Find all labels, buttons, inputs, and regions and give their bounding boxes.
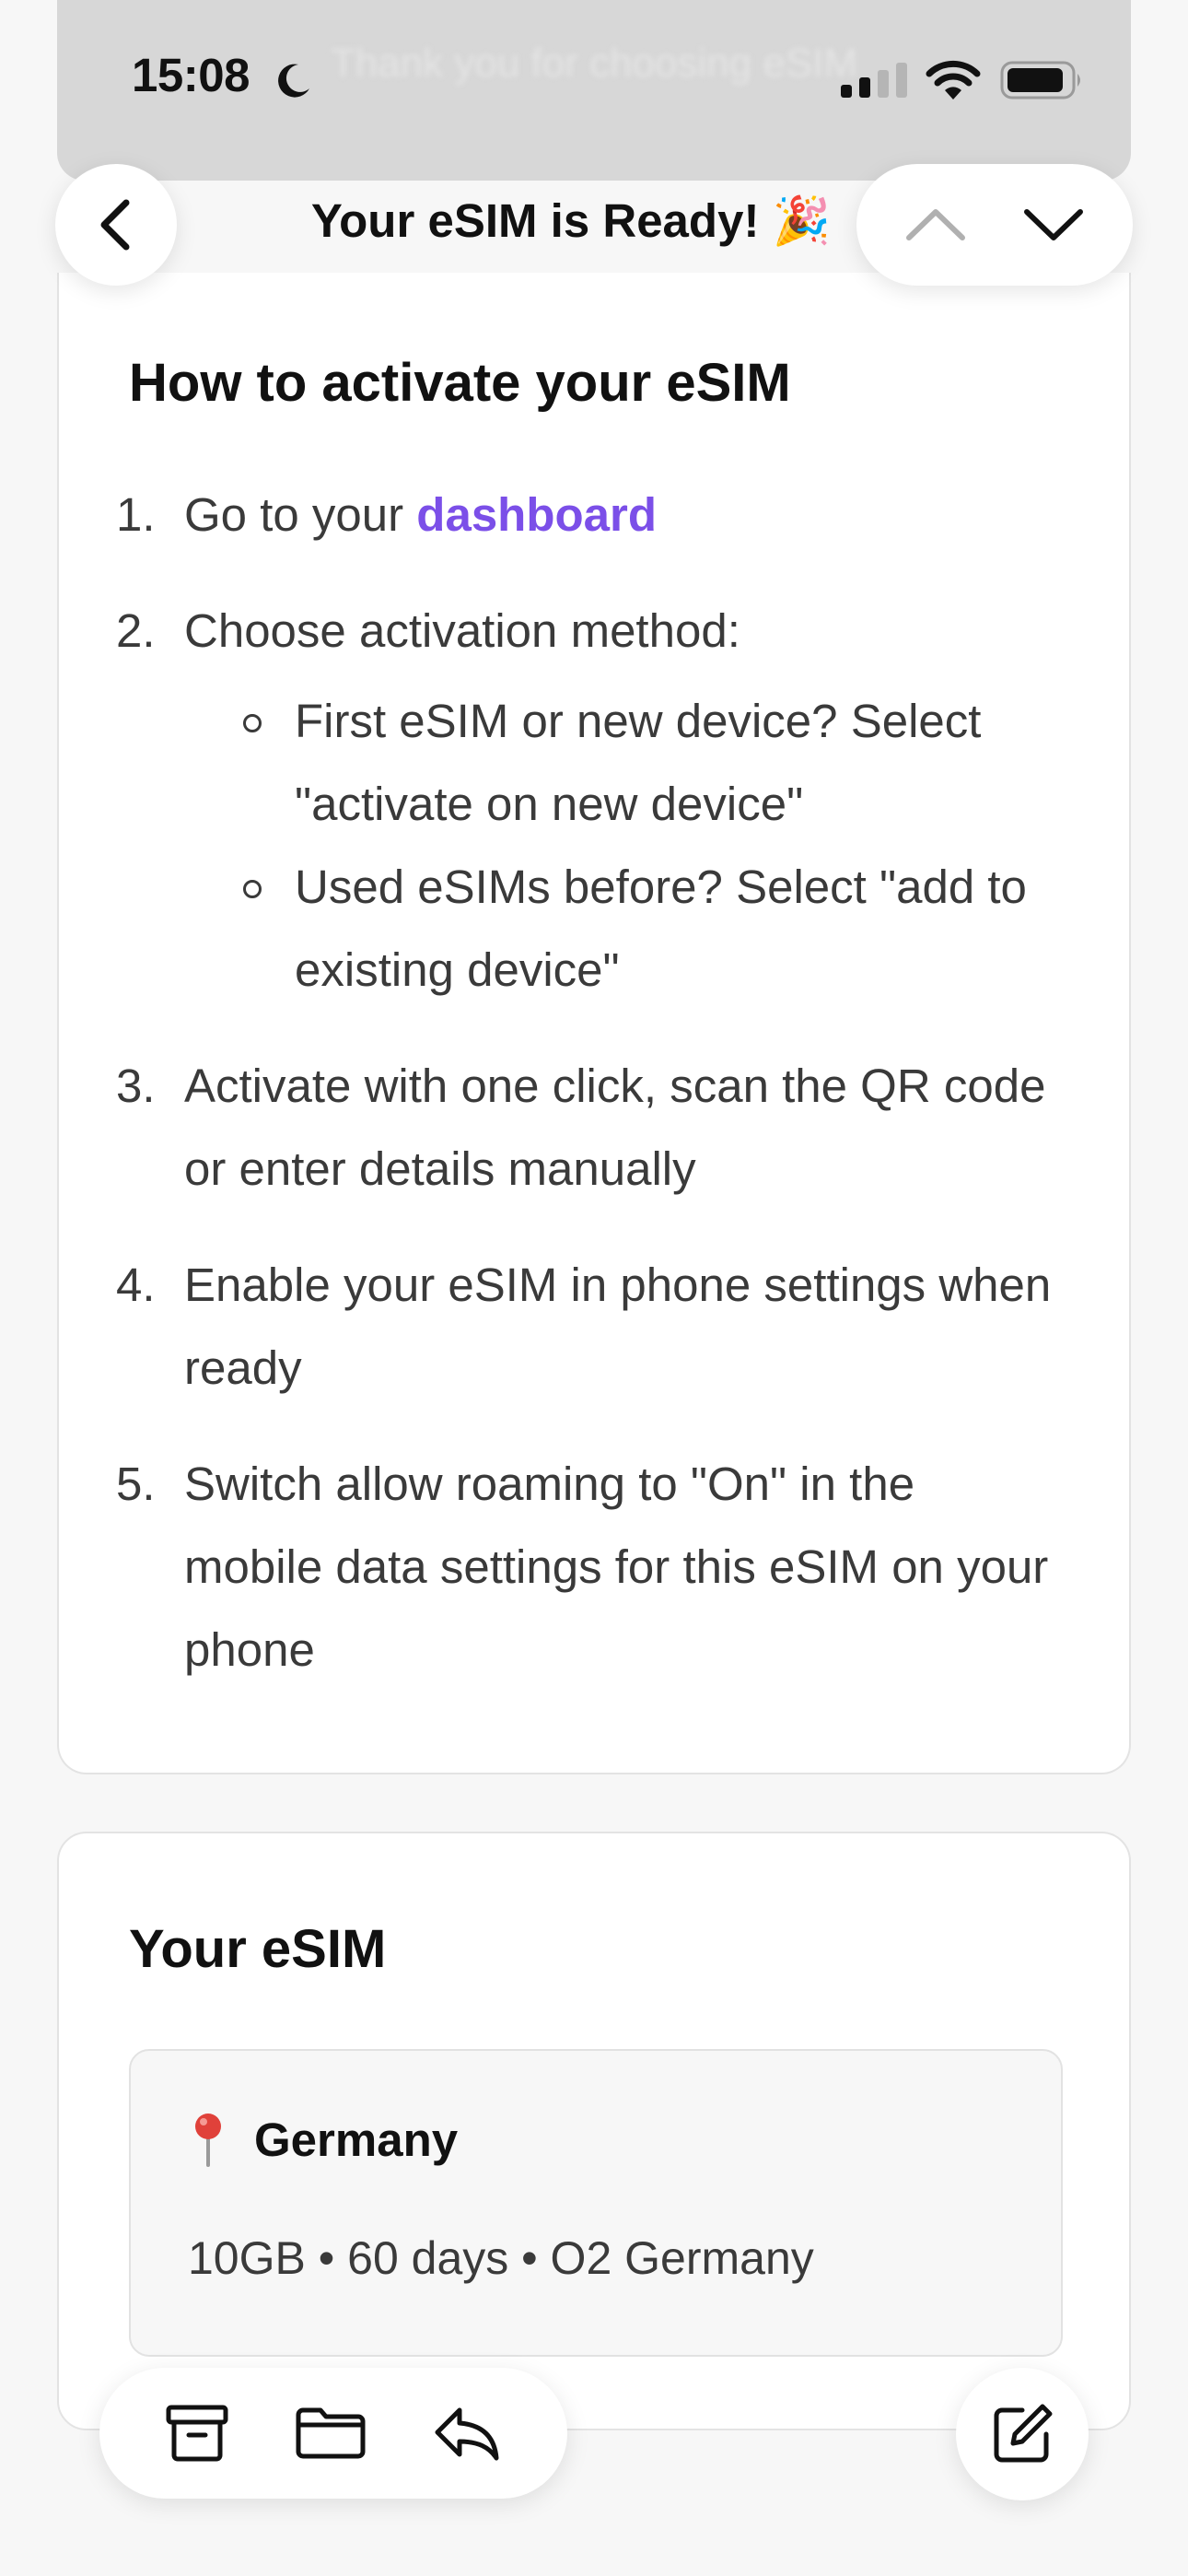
step-number: 3. <box>116 1060 156 1112</box>
moon-icon <box>278 64 309 98</box>
step-text: Activate with one click, scan the QR cod… <box>184 1060 1046 1195</box>
next-message-button[interactable] <box>1021 205 1086 245</box>
list-item-text: First eSIM or new device? Select "activa… <box>295 695 982 830</box>
step-number: 4. <box>116 1259 156 1311</box>
esim-card: Your eSIM Germany 10GB • 60 days • O2 Ge… <box>57 1832 1131 2430</box>
activation-title: How to activate your eSIM <box>129 353 791 413</box>
step-item: 1. Go to your dashboard <box>59 474 1129 556</box>
esim-country-name: Germany <box>254 2113 459 2166</box>
chevron-up-icon <box>906 209 965 240</box>
mail-toolbar <box>99 2368 567 2499</box>
step-number: 5. <box>116 1458 156 1510</box>
step-item: 3. Activate with one click, scan the QR … <box>59 1045 1129 1211</box>
cellular-signal-icon <box>841 63 907 98</box>
wifi-icon <box>926 60 981 100</box>
esim-plan-details: 10GB • 60 days • O2 Germany <box>188 2232 814 2284</box>
previous-message-button[interactable] <box>903 205 968 245</box>
activation-method-list: First eSIM or new device? Select "activa… <box>184 680 1065 1012</box>
step-text: Enable your eSIM in phone settings when … <box>184 1259 1052 1394</box>
step-number: 2. <box>116 604 156 657</box>
esim-title: Your eSIM <box>129 1919 387 1979</box>
dashboard-link[interactable]: dashboard <box>416 488 657 541</box>
bullet-icon <box>243 714 262 732</box>
compose-button[interactable] <box>956 2368 1089 2500</box>
pin-icon <box>195 2113 221 2167</box>
move-to-folder-button[interactable] <box>295 2406 367 2461</box>
message-navigation <box>856 164 1133 286</box>
chevron-left-icon <box>100 199 130 251</box>
compose-icon <box>994 2404 1053 2463</box>
chevron-down-icon <box>1024 209 1083 240</box>
step-item: 4. Enable your eSIM in phone settings wh… <box>59 1244 1129 1410</box>
reply-button[interactable] <box>432 2405 502 2462</box>
esim-plan-box: Germany 10GB • 60 days • O2 Germany <box>129 2049 1063 2357</box>
archive-icon <box>166 2405 228 2462</box>
page-title: Your eSIM is Ready! 🎉 <box>310 194 832 247</box>
battery-icon <box>1000 61 1080 100</box>
bullet-icon <box>243 880 262 898</box>
step-text: Choose activation method: <box>184 604 740 657</box>
step-text: Switch allow roaming to "On" in the mobi… <box>184 1458 1049 1676</box>
list-item-text: Used eSIMs before? Select "add to existi… <box>295 861 1027 996</box>
esim-country: Germany <box>188 2112 458 2167</box>
step-item: 5. Switch allow roaming to "On" in the m… <box>59 1443 1129 1692</box>
status-time: 15:08 <box>132 49 250 101</box>
back-button[interactable] <box>55 164 177 286</box>
list-item: Used eSIMs before? Select "add to existi… <box>184 846 1065 1012</box>
status-bar: Thank you for choosing eSIM 15:08 <box>0 0 1188 181</box>
folder-icon <box>296 2407 366 2459</box>
archive-button[interactable] <box>165 2404 229 2463</box>
reply-icon <box>435 2407 499 2461</box>
list-item: First eSIM or new device? Select "activa… <box>184 680 1065 846</box>
step-number: 1. <box>116 488 156 541</box>
step-text: Go to your <box>184 488 417 541</box>
activation-card: How to activate your eSIM 1. Go to your … <box>57 273 1131 1774</box>
step-item: 2. Choose activation method: First eSIM … <box>59 590 1129 1012</box>
activation-steps: 1. Go to your dashboard 2. Choose activa… <box>59 474 1129 1725</box>
